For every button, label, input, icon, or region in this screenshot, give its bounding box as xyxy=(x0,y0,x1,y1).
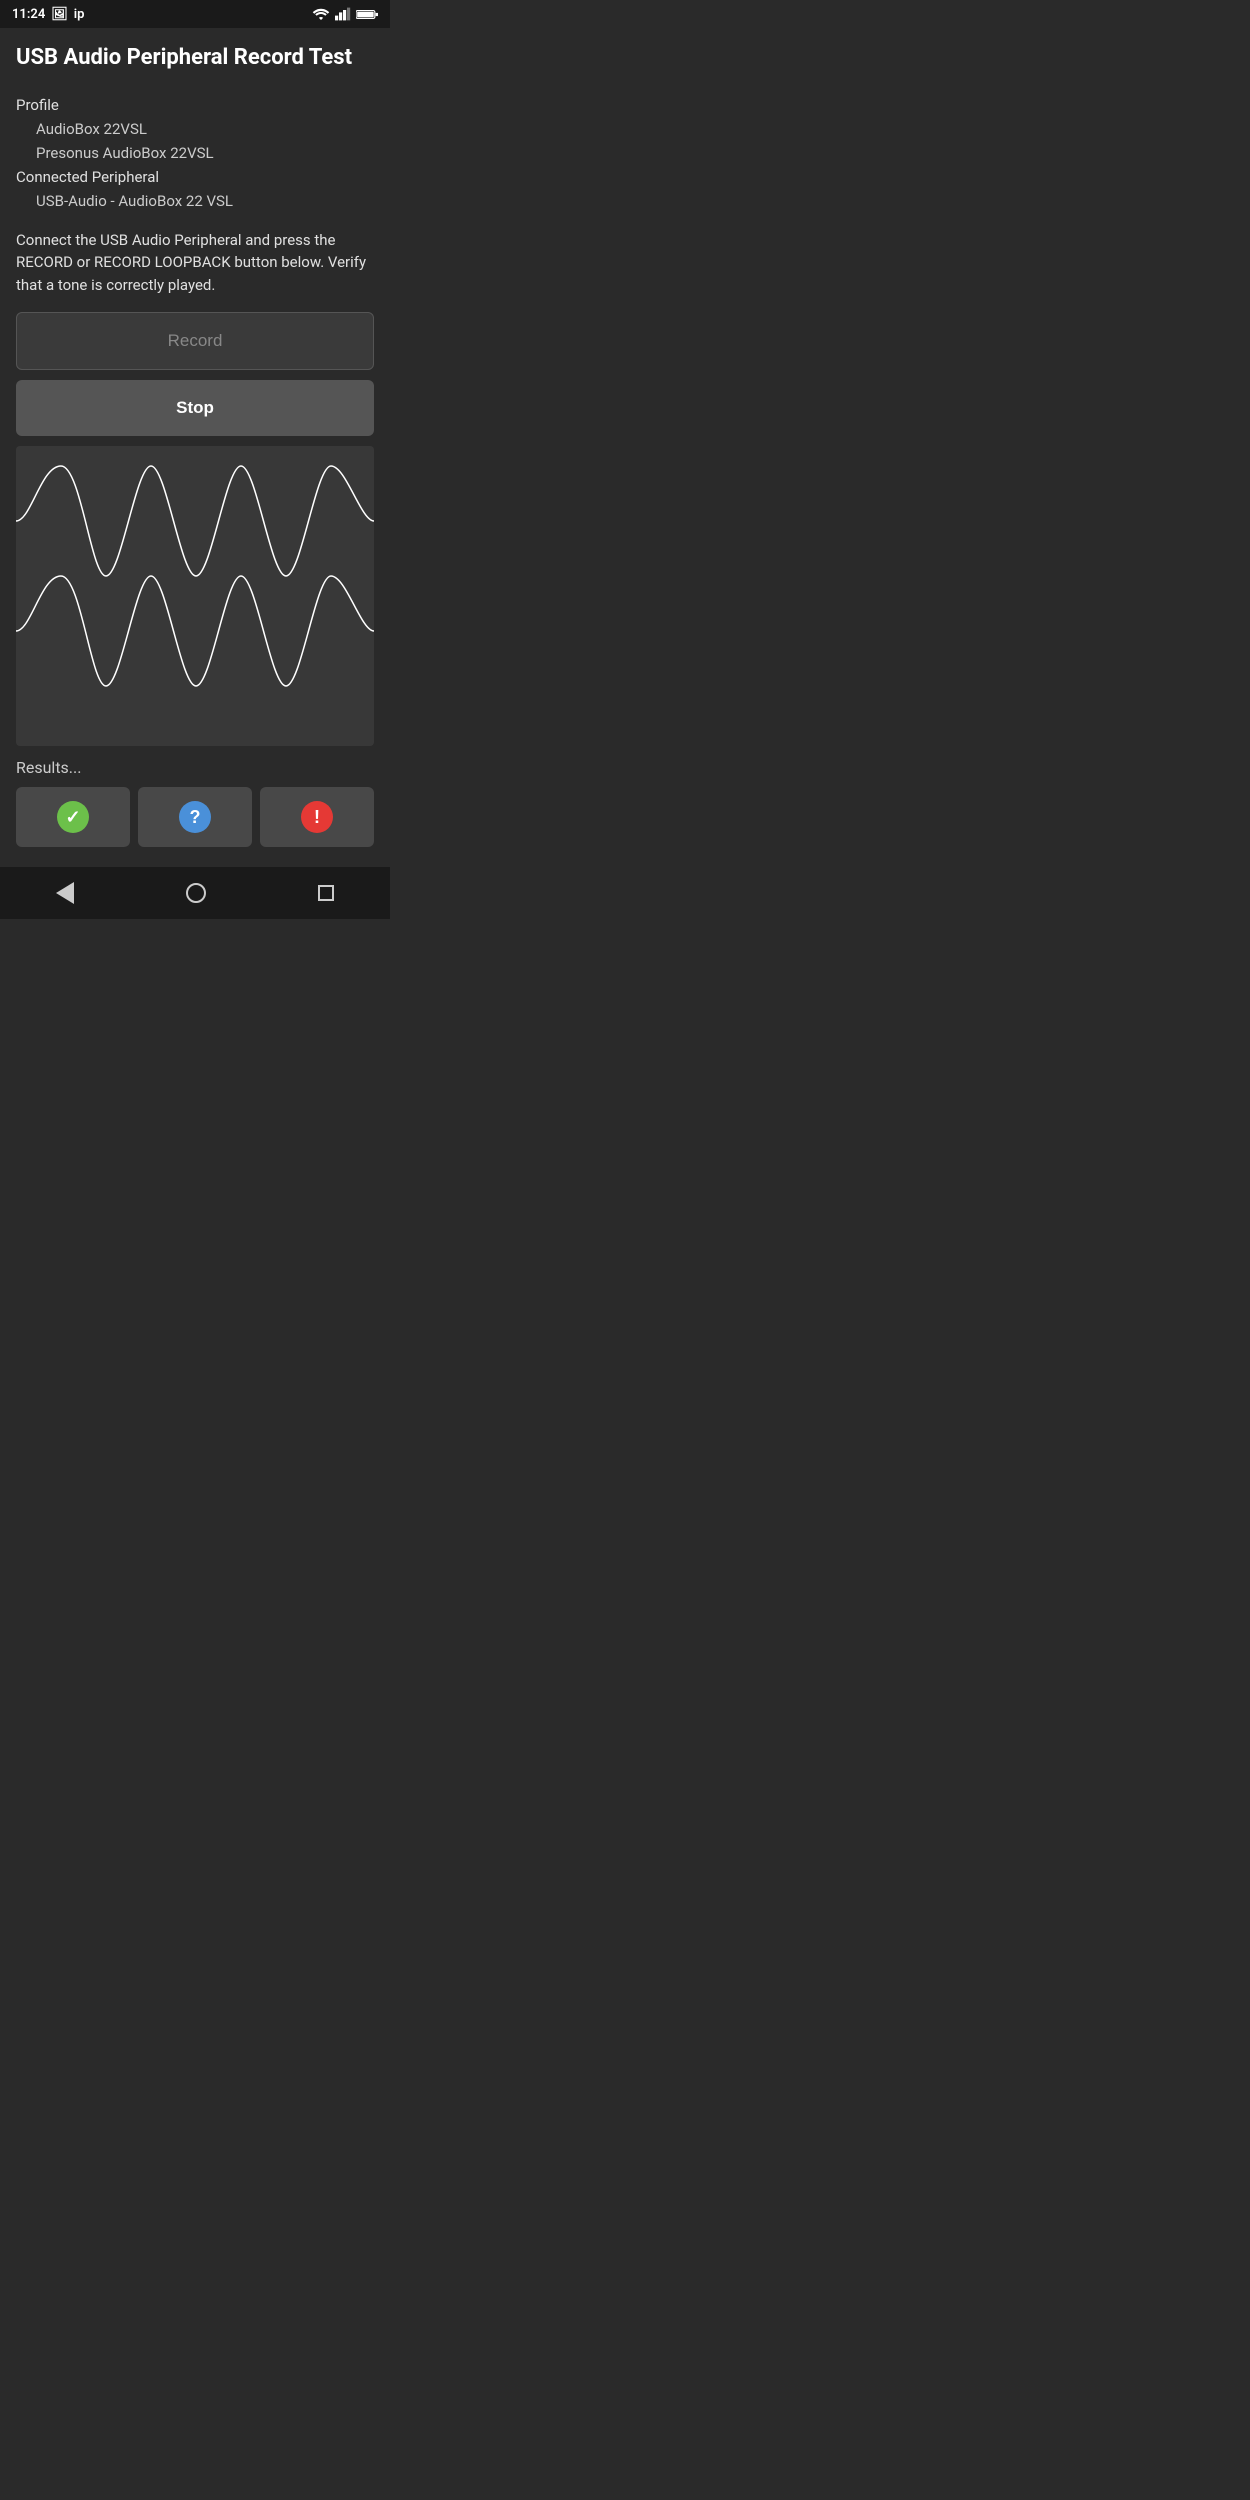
peripheral-label: Connected Peripheral xyxy=(16,165,374,189)
status-left: 11:24 🖼 ip xyxy=(12,7,84,22)
result-pass-button[interactable]: ✓ xyxy=(16,787,130,847)
photo-icon: 🖼 xyxy=(51,7,68,22)
profile-line1: AudioBox 22VSL xyxy=(16,117,374,141)
results-section: Results... ✓ ? ! xyxy=(16,758,374,847)
peripheral-line1: USB-Audio - AudioBox 22 VSL xyxy=(16,189,374,213)
page-title: USB Audio Peripheral Record Test xyxy=(16,44,374,73)
profile-section: Profile AudioBox 22VSL Presonus AudioBox… xyxy=(16,93,374,213)
profile-label: Profile xyxy=(16,93,374,117)
bottom-navigation xyxy=(0,867,390,919)
results-label: Results... xyxy=(16,758,374,777)
result-unknown-button[interactable]: ? xyxy=(138,787,252,847)
waveform-container xyxy=(16,446,374,746)
status-time: 11:24 xyxy=(12,7,45,22)
profile-line2: Presonus AudioBox 22VSL xyxy=(16,141,374,165)
record-button[interactable]: Record xyxy=(16,312,374,370)
result-fail-button[interactable]: ! xyxy=(260,787,374,847)
question-icon: ? xyxy=(179,801,211,833)
back-button[interactable] xyxy=(48,874,82,912)
ip-label: ip xyxy=(74,7,85,22)
recent-button[interactable] xyxy=(310,877,342,909)
home-button[interactable] xyxy=(178,875,214,911)
instructions-text: Connect the USB Audio Peripheral and pre… xyxy=(16,229,374,297)
status-bar: 11:24 🖼 ip xyxy=(0,0,390,28)
check-icon: ✓ xyxy=(57,801,89,833)
wifi-icon xyxy=(312,7,330,21)
back-icon xyxy=(56,882,74,904)
results-buttons: ✓ ? ! xyxy=(16,787,374,847)
waveform-display xyxy=(16,446,374,746)
stop-button[interactable]: Stop xyxy=(16,380,374,436)
home-icon xyxy=(186,883,206,903)
battery-icon xyxy=(356,8,378,21)
recent-icon xyxy=(318,885,334,901)
exclaim-icon: ! xyxy=(301,801,333,833)
signal-icon xyxy=(335,7,351,21)
main-content: USB Audio Peripheral Record Test Profile… xyxy=(0,28,390,847)
status-right xyxy=(312,7,378,21)
